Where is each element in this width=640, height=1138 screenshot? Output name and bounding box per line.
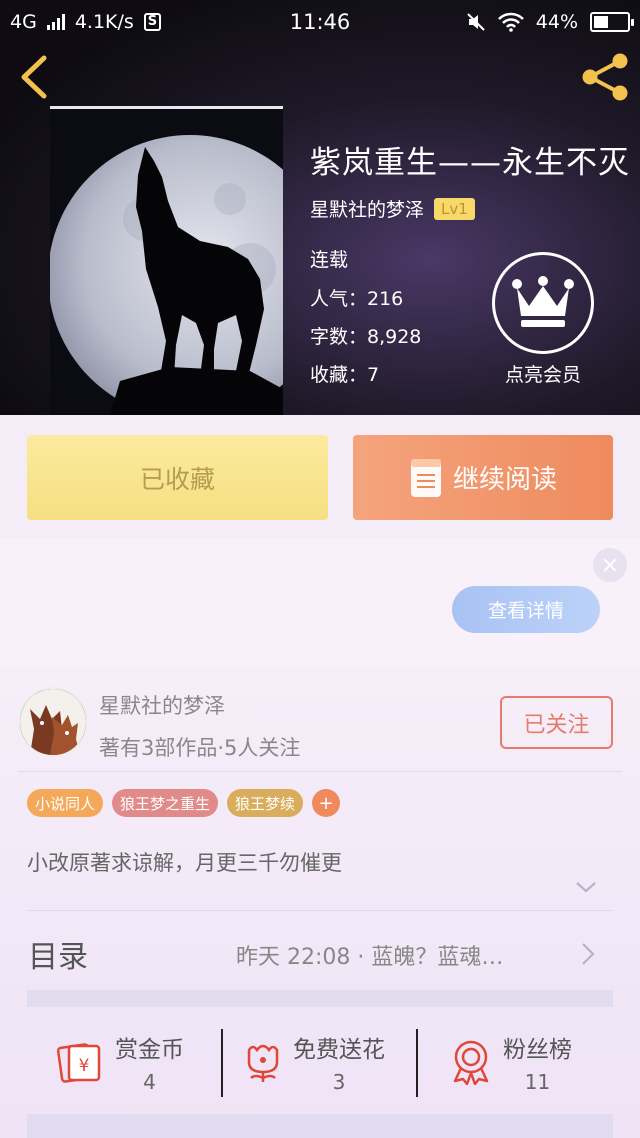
tag-chip[interactable]: 狼王梦之重生	[112, 789, 219, 817]
stats-bar: ¥ 赏金币 4 免费送花 3 粉丝榜 11	[27, 1017, 613, 1107]
author-name[interactable]: 星默社的梦泽	[99, 690, 225, 720]
stat-value: 11	[524, 1070, 551, 1094]
follow-label: 已关注	[523, 712, 590, 738]
add-tag-button[interactable]: +	[312, 789, 341, 817]
network-type: 4G	[10, 11, 37, 33]
stat-label: 免费送花	[293, 1037, 385, 1063]
stat-value: 3	[332, 1070, 346, 1094]
book-icon	[410, 458, 441, 497]
toc-title[interactable]: 目录	[28, 932, 88, 976]
book-header: 4G 4.1K/s S 11:46 44% 紫岚重生——永生不灭 星默社的梦泽 …	[0, 0, 640, 415]
stat-label: 粉丝榜	[503, 1037, 572, 1063]
battery-percent: 44%	[535, 11, 578, 33]
latest-chapter[interactable]: 昨天 22:08 · 蓝魄？蓝魂…	[236, 939, 503, 971]
word-count: 字数：8,928	[310, 326, 422, 348]
favorite-count: 收藏：7	[310, 364, 380, 386]
follow-button[interactable]: 已关注	[500, 696, 613, 749]
chevron-right-icon[interactable]	[580, 941, 596, 967]
red-envelope-icon: ¥	[56, 1043, 101, 1083]
back-icon[interactable]	[14, 54, 54, 100]
action-bar: 已收藏 继续阅读	[0, 415, 640, 539]
signal-icon	[46, 14, 65, 30]
battery-icon	[590, 12, 634, 32]
medal-icon	[453, 1040, 489, 1085]
divider	[221, 1029, 223, 1097]
view-details-label: 查看详情	[487, 600, 564, 622]
flower-icon	[247, 1044, 279, 1082]
ad-close-icon[interactable]: ×	[593, 548, 627, 582]
view-details-button[interactable]: 查看详情	[452, 586, 600, 633]
stat-value: 4	[143, 1070, 156, 1094]
continue-reading-button[interactable]: 继续阅读	[353, 435, 613, 520]
book-cover[interactable]	[50, 106, 283, 415]
divider	[18, 771, 622, 772]
tag-list: 小说同人 狼王梦之重生 狼王梦续 +	[27, 789, 341, 817]
mute-icon	[467, 13, 485, 31]
crown-icon	[512, 276, 574, 327]
ad-banner: × 查看详情	[0, 539, 640, 667]
s-app-icon: S	[143, 13, 162, 31]
divider	[416, 1029, 418, 1097]
book-intro: 小改原著求谅解，月更三千勿催更	[27, 851, 342, 875]
level-badge: Lv1	[434, 197, 475, 220]
serial-status: 连载	[310, 249, 349, 271]
svg-text:¥: ¥	[79, 1056, 90, 1076]
share-icon[interactable]	[578, 52, 632, 102]
send-flower-button[interactable]: 免费送花 3	[243, 1017, 385, 1107]
avatar[interactable]	[18, 687, 88, 757]
author-works: 著有3部作品·5人关注	[99, 736, 301, 760]
reward-coins-button[interactable]: ¥ 赏金币 4	[55, 1017, 184, 1107]
stat-label: 赏金币	[115, 1037, 184, 1063]
section-band	[27, 1114, 613, 1138]
author-section: 星默社的梦泽 著有3部作品·5人关注 已关注 小说同人 狼王梦之重生 狼王梦续 …	[0, 667, 640, 1138]
wolf-moon-image	[50, 109, 283, 415]
divider	[27, 910, 613, 911]
section-band	[27, 990, 613, 1007]
tag-chip[interactable]: 狼王梦续	[227, 789, 304, 817]
popularity: 人气：216	[310, 288, 404, 310]
continue-reading-label: 继续阅读	[452, 465, 557, 495]
network-speed: 4.1K/s	[74, 11, 134, 33]
wolf-avatar-image	[20, 689, 86, 755]
book-author[interactable]: 星默社的梦泽	[310, 195, 424, 222]
book-title: 紫岚重生——永生不灭	[310, 145, 630, 181]
collected-label: 已收藏	[139, 464, 215, 494]
wifi-icon	[497, 12, 524, 32]
chevron-down-icon[interactable]	[574, 879, 598, 895]
vip-button[interactable]: 点亮会员	[491, 252, 595, 387]
tag-chip[interactable]: 小说同人	[27, 789, 104, 817]
vip-label: 点亮会员	[504, 364, 581, 386]
collected-button[interactable]: 已收藏	[27, 435, 328, 520]
fan-ranking-button[interactable]: 粉丝榜 11	[449, 1017, 572, 1107]
status-bar: 4G 4.1K/s S 11:46 44%	[0, 0, 640, 44]
